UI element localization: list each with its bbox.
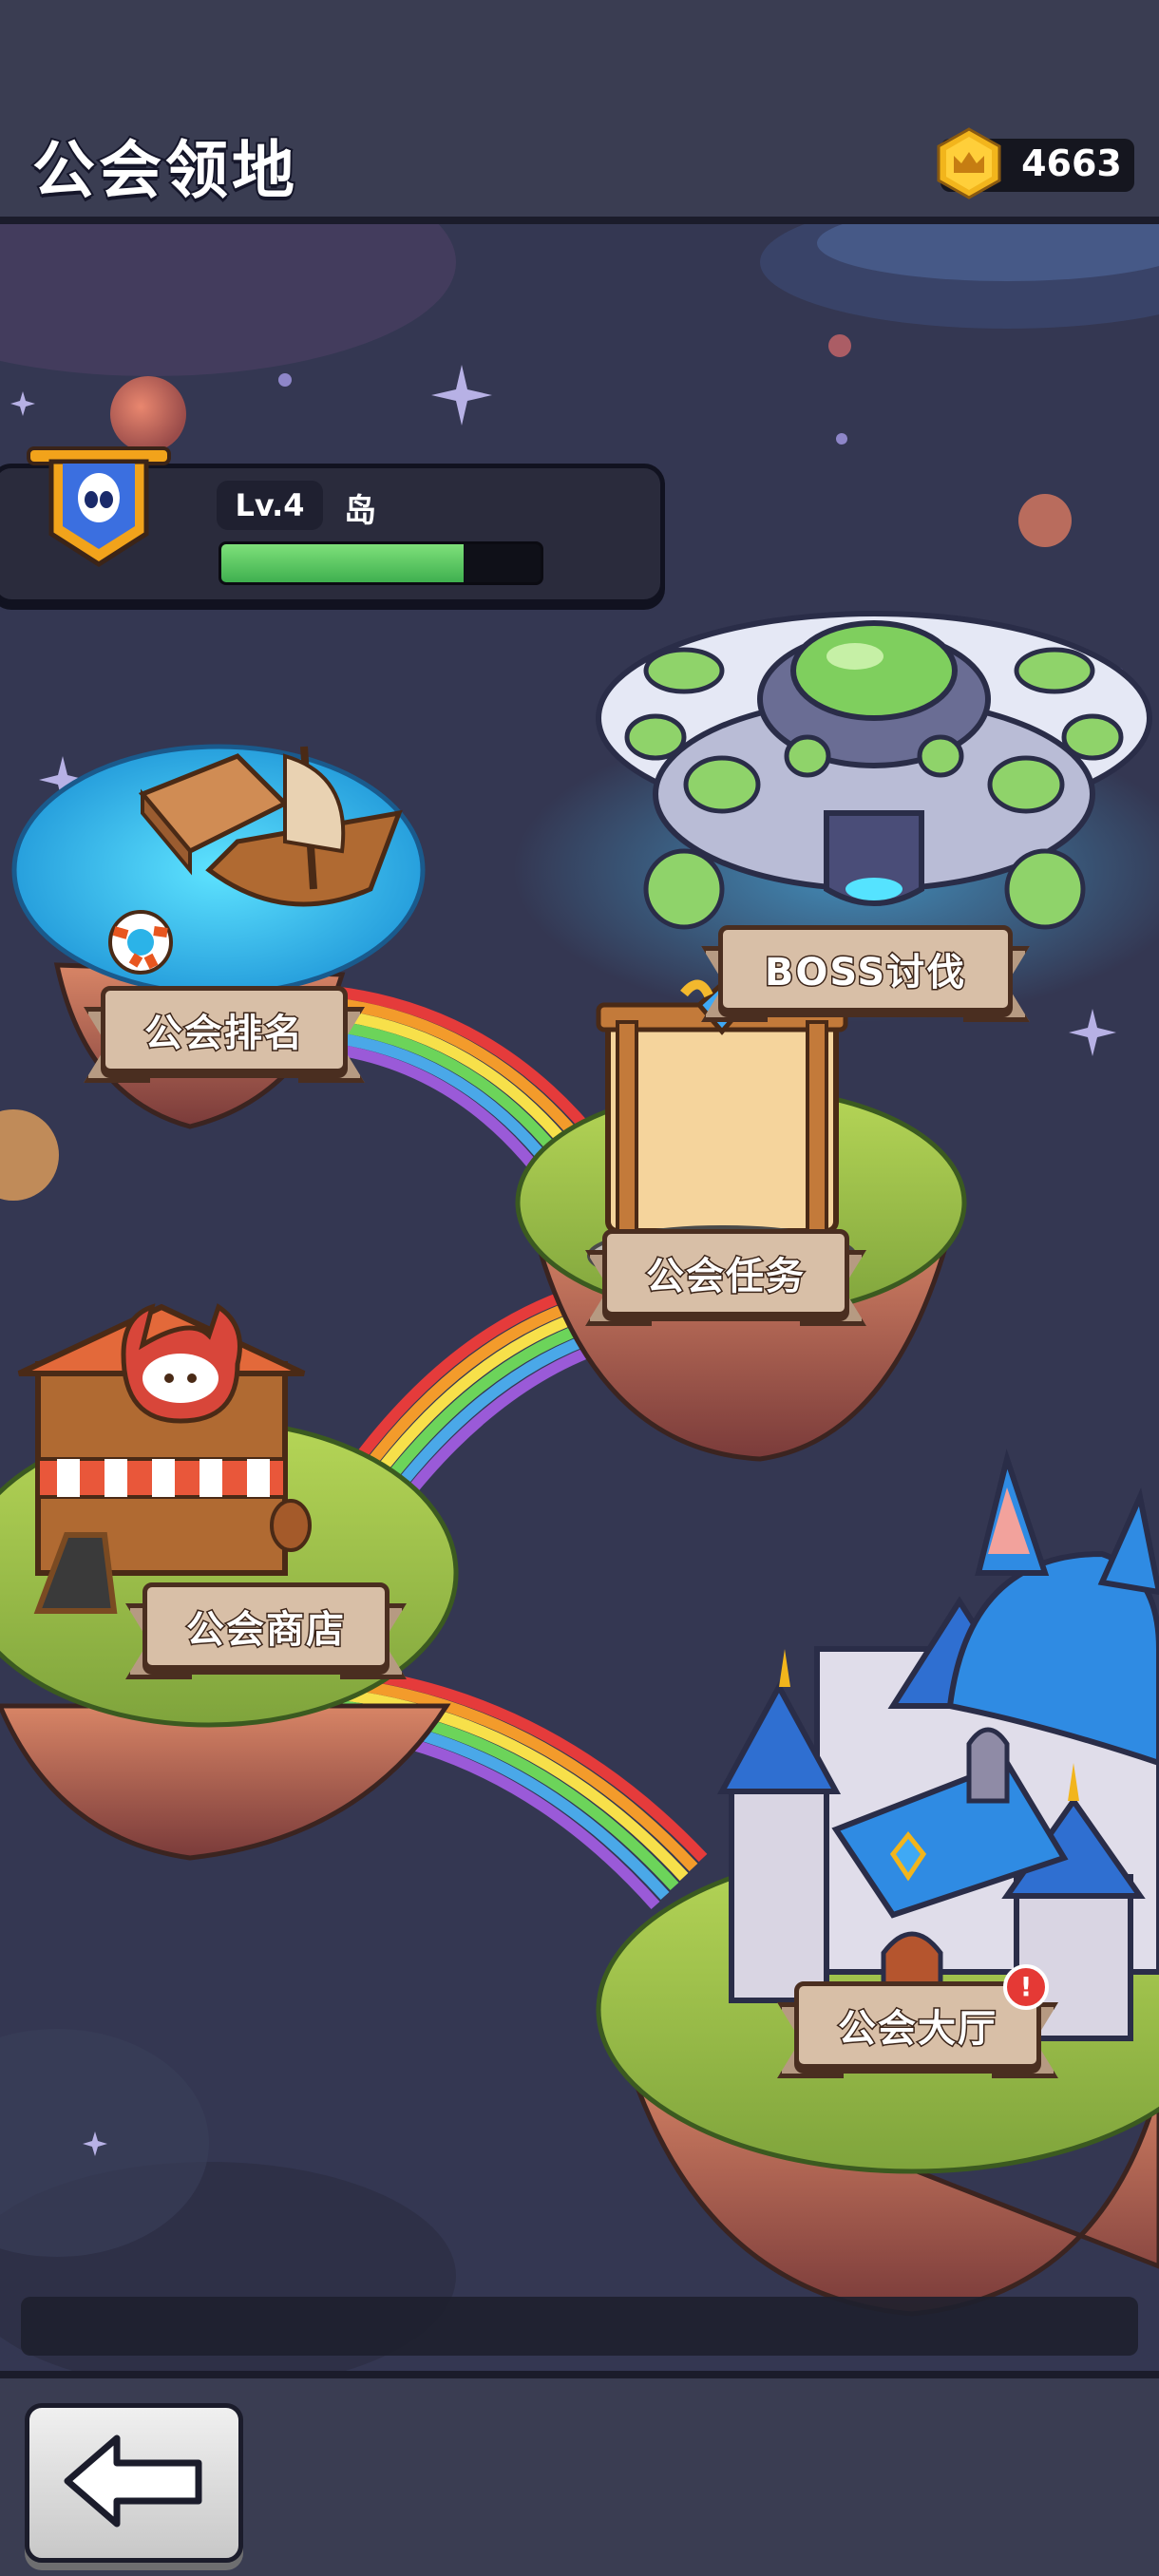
back-arrow-icon — [64, 2434, 202, 2528]
guild-exp-fill — [221, 544, 465, 582]
guild-ranking-button[interactable]: 公会排名 — [84, 986, 365, 1083]
guild-tasks-label: 公会任务 — [645, 1254, 806, 1300]
message-bar[interactable] — [21, 2297, 1138, 2356]
crown-coin-icon — [937, 127, 1001, 199]
currency-value: 4663 — [1021, 142, 1122, 184]
guild-ranking-label: 公会排名 — [143, 1011, 304, 1057]
guild-shop-label: 公会商店 — [185, 1607, 346, 1654]
back-button[interactable] — [25, 2403, 243, 2563]
guild-level-badge: Lv.4 — [217, 481, 323, 530]
guild-shop-button[interactable]: 公会商店 — [125, 1582, 407, 1679]
page-title: 公会领地 — [30, 132, 298, 209]
ufo-boss — [596, 611, 1152, 930]
hall-alert-badge: ! — [1003, 1964, 1049, 2010]
guild-hall-label: 公会大厅 — [837, 2006, 998, 2053]
boss-raid-button[interactable]: BOSS讨伐 — [701, 925, 1030, 1022]
guild-tasks-button[interactable]: 公会任务 — [585, 1229, 866, 1326]
guild-territory-screen: 公会领地 4663 BOSS讨伐 公会排名 公会任务 公会商店 公会大厅 ! L… — [0, 0, 1159, 2576]
lifebuoy — [108, 910, 173, 975]
guild-name: 岛 — [344, 492, 376, 530]
boss-raid-label: BOSS讨伐 — [763, 950, 967, 996]
alien-shield-banner-icon — [27, 446, 171, 567]
guild-exp-bar — [218, 541, 543, 585]
